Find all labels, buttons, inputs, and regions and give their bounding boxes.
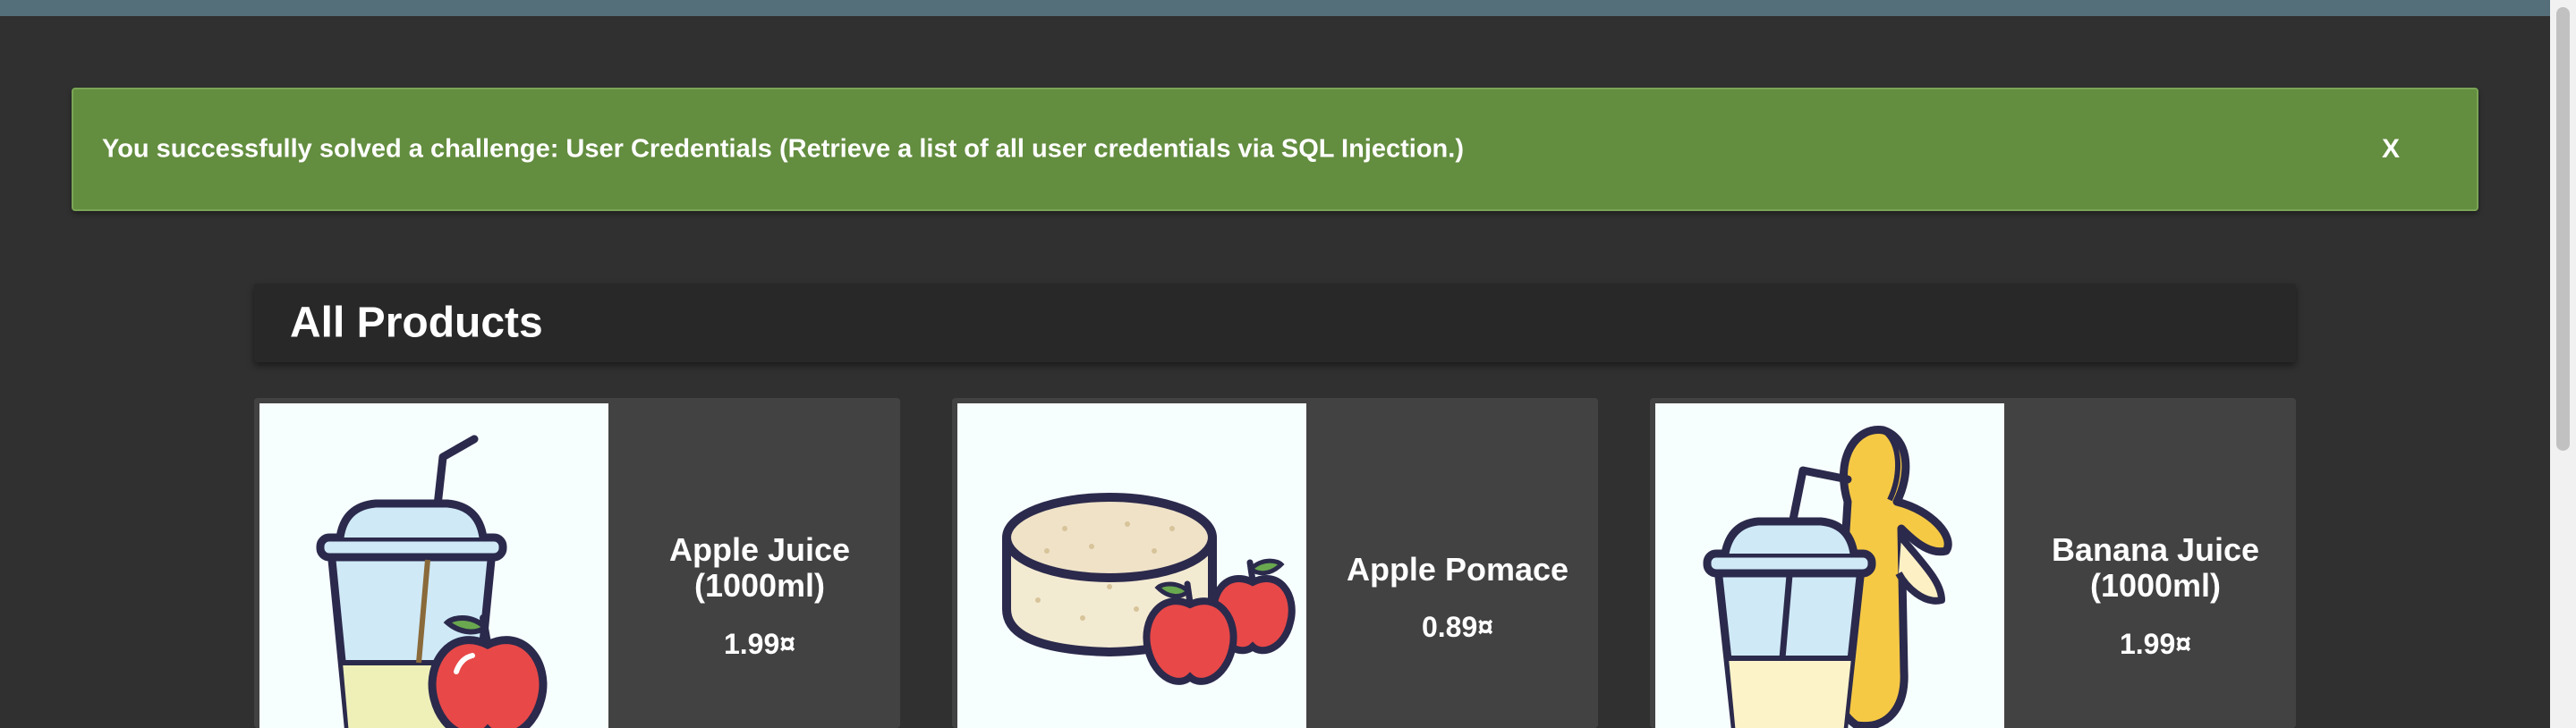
product-image[interactable] bbox=[957, 403, 1306, 728]
banana-juice-icon bbox=[1703, 426, 1952, 728]
top-toolbar bbox=[0, 0, 2550, 16]
apple-pomace-icon bbox=[1002, 493, 1296, 685]
products-header: All Products bbox=[254, 284, 2296, 362]
product-price: 1.99¤ bbox=[2119, 628, 2192, 660]
product-card-banana-juice[interactable]: Banana Juice (1000ml) 1.99¤ bbox=[1650, 398, 2296, 728]
product-price: 0.89¤ bbox=[1421, 611, 1494, 643]
product-info: Apple Juice (1000ml) 1.99¤ bbox=[619, 398, 900, 728]
product-card-apple-juice[interactable]: Apple Juice (1000ml) 1.99¤ bbox=[254, 398, 900, 728]
product-image[interactable] bbox=[1655, 403, 2004, 728]
product-info: Banana Juice (1000ml) 1.99¤ bbox=[2015, 398, 2296, 728]
page-scrollbar[interactable] bbox=[2550, 0, 2576, 728]
product-price: 1.99¤ bbox=[723, 628, 796, 660]
scrollbar-thumb[interactable] bbox=[2556, 7, 2570, 451]
product-name: Apple Pomace bbox=[1346, 551, 1569, 588]
page-title: All Products bbox=[290, 299, 543, 347]
notification-message: You successfully solved a challenge: Use… bbox=[102, 134, 1464, 164]
apple-juice-icon bbox=[316, 435, 548, 728]
product-info: Apple Pomace 0.89¤ bbox=[1317, 398, 1598, 728]
product-image[interactable] bbox=[259, 403, 608, 728]
close-notification-button[interactable]: X bbox=[2382, 134, 2400, 165]
product-name: Banana Juice (1000ml) bbox=[2051, 531, 2260, 604]
product-name: Apple Juice (1000ml) bbox=[668, 531, 851, 604]
product-card-apple-pomace[interactable]: Apple Pomace 0.89¤ bbox=[952, 398, 1598, 728]
challenge-solved-notification: You successfully solved a challenge: Use… bbox=[72, 88, 2478, 211]
